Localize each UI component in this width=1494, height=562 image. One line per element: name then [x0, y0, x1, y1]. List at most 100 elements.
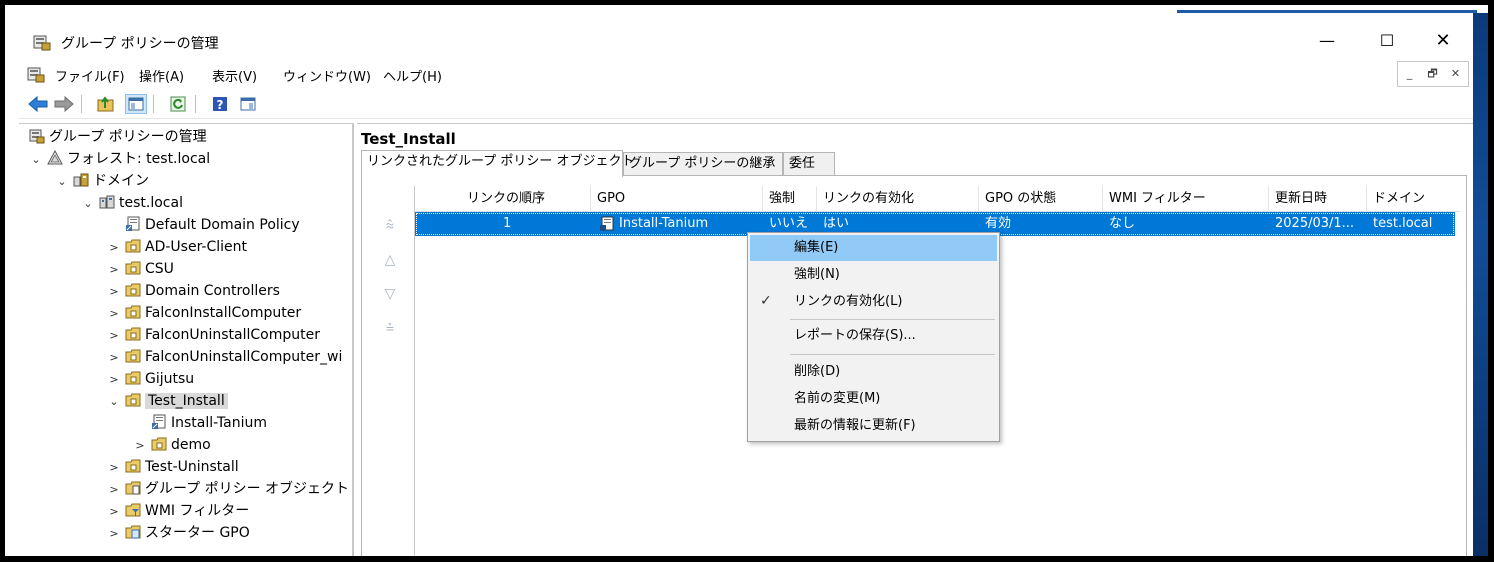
- menu-window[interactable]: ウィンドウ(W): [283, 66, 371, 85]
- menu-item-enforce[interactable]: 強制(N): [750, 262, 997, 288]
- help-icon[interactable]: ?: [209, 94, 231, 114]
- column-gpo-status[interactable]: GPO の状態: [979, 186, 1103, 212]
- mdi-restore-button[interactable]: 🗗: [1421, 62, 1444, 86]
- cell-modified: 2025/03/1...: [1275, 216, 1355, 231]
- chevron-right-icon[interactable]: >: [107, 501, 121, 523]
- tree-item-starter-gpo[interactable]: > スターター GPO: [107, 522, 249, 545]
- tree-item-ou[interactable]: > FalconInstallComputer: [107, 302, 301, 324]
- column-domain[interactable]: ドメイン: [1367, 186, 1455, 212]
- gpmc-window: グループ ポリシーの管理 — ☐ ✕ ファイル(F) 操作(A) 表示(V) ウ…: [19, 13, 1473, 556]
- column-link-enabled[interactable]: リンクの有効化: [817, 186, 979, 212]
- chevron-right-icon[interactable]: >: [107, 259, 121, 281]
- show-hide-action-pane-icon[interactable]: [237, 94, 259, 114]
- tree-item-wmi-filters[interactable]: > WMI フィルター: [107, 500, 249, 522]
- forward-arrow-icon[interactable]: [53, 94, 75, 114]
- chevron-right-icon[interactable]: >: [133, 435, 147, 457]
- tree-item-ou[interactable]: > AD-User-Client: [107, 236, 247, 258]
- tree-item-forest[interactable]: ⌄ フォレスト: test.local: [29, 148, 210, 170]
- desktop-background: [1471, 13, 1488, 556]
- move-down-icon[interactable]: ▽: [378, 286, 402, 306]
- tree-item-test-install[interactable]: ⌄ Test_Install: [107, 390, 228, 412]
- close-button[interactable]: ✕: [1423, 29, 1463, 53]
- tree-item-ou[interactable]: > Gijutsu: [107, 368, 194, 390]
- menu-item-edit[interactable]: 編集(E): [750, 235, 997, 261]
- gpo-link-icon: [597, 212, 617, 236]
- move-up-icon[interactable]: △: [378, 252, 402, 272]
- mdi-close-button[interactable]: ✕: [1444, 62, 1467, 86]
- mdi-minimize-button[interactable]: _: [1398, 62, 1421, 86]
- column-link-order[interactable]: リンクの順序: [415, 186, 591, 212]
- tab-linked-gpo[interactable]: リンクされたグループ ポリシー オブジェクト: [361, 150, 635, 177]
- chevron-right-icon[interactable]: >: [107, 303, 121, 325]
- forest-icon: [47, 149, 63, 166]
- cell-domain: test.local: [1373, 216, 1433, 231]
- ou-folder-icon: [125, 282, 141, 298]
- window-title: グループ ポリシーの管理: [61, 36, 219, 52]
- chevron-right-icon[interactable]: >: [107, 479, 121, 501]
- column-enforced[interactable]: 強制: [763, 186, 817, 212]
- domains-icon: [73, 172, 89, 188]
- ou-folder-icon: [125, 304, 141, 320]
- tree-item-domains[interactable]: ⌄ ドメイン: [55, 170, 149, 192]
- menu-item-link-enabled[interactable]: リンクの有効化(L): [750, 289, 997, 315]
- tree-item-ou[interactable]: > CSU: [107, 258, 174, 280]
- tree-item-ou[interactable]: > FalconUninstallComputer_wi: [107, 346, 342, 368]
- cell-gpo: Install-Tanium: [619, 216, 709, 231]
- column-modified[interactable]: 更新日時: [1269, 186, 1367, 212]
- ou-folder-icon: [125, 392, 141, 408]
- tree-item-test-uninstall[interactable]: > Test-Uninstall: [107, 456, 238, 479]
- column-gpo[interactable]: GPO: [591, 186, 763, 212]
- refresh-icon[interactable]: [167, 94, 189, 114]
- chevron-right-icon[interactable]: >: [107, 457, 121, 479]
- chevron-right-icon[interactable]: >: [107, 281, 121, 303]
- table-header: リンクの順序 GPO 強制 リンクの有効化 GPO の状態 WMI フィルター …: [415, 186, 1460, 212]
- screenshot-frame: グループ ポリシーの管理 — ☐ ✕ ファイル(F) 操作(A) 表示(V) ウ…: [0, 0, 1494, 562]
- tree-item-ou[interactable]: > Domain Controllers: [107, 280, 280, 302]
- menu-action[interactable]: 操作(A): [139, 66, 184, 85]
- move-bottom-icon[interactable]: ⩮: [378, 320, 402, 340]
- up-folder-icon[interactable]: [95, 94, 117, 114]
- chevron-right-icon[interactable]: >: [107, 325, 121, 347]
- move-top-icon[interactable]: ⩯: [378, 218, 402, 238]
- starter-folder-icon: [125, 524, 141, 540]
- tree-item-gpm-root[interactable]: グループ ポリシーの管理: [25, 126, 207, 148]
- chevron-down-icon[interactable]: ⌄: [55, 171, 69, 193]
- menu-item-delete[interactable]: 削除(D): [750, 359, 997, 385]
- cell-link-order: 1: [503, 216, 512, 231]
- column-wmi-filter[interactable]: WMI フィルター: [1103, 186, 1269, 212]
- tree-item-gpo-objects[interactable]: > グループ ポリシー オブジェクト: [107, 478, 349, 500]
- show-hide-console-tree-icon[interactable]: [125, 94, 147, 114]
- gpo-link-icon: [125, 216, 141, 232]
- document-icon[interactable]: [27, 65, 45, 87]
- menu-item-refresh[interactable]: 最新の情報に更新(F): [750, 413, 997, 439]
- menu-item-rename[interactable]: 名前の変更(M): [750, 386, 997, 412]
- domain-icon: [99, 194, 115, 210]
- ou-folder-icon: [125, 458, 141, 474]
- page-title: Test_Install: [361, 130, 456, 148]
- menu-help[interactable]: ヘルプ(H): [383, 66, 442, 85]
- chevron-down-icon[interactable]: ⌄: [107, 391, 121, 413]
- chevron-down-icon[interactable]: ⌄: [29, 149, 43, 171]
- maximize-button[interactable]: ☐: [1367, 29, 1407, 53]
- chevron-down-icon[interactable]: ⌄: [81, 193, 95, 215]
- ou-folder-icon: [125, 348, 141, 364]
- tree-item-test-local[interactable]: ⌄ test.local: [81, 192, 183, 214]
- tree-item-ou[interactable]: > FalconUninstallComputer: [107, 324, 320, 346]
- back-arrow-icon[interactable]: [27, 94, 49, 114]
- tab-inheritance[interactable]: グループ ポリシーの継承: [623, 152, 783, 176]
- tree-item-default-domain-policy[interactable]: Default Domain Policy: [121, 214, 300, 236]
- minimize-button[interactable]: —: [1307, 29, 1347, 53]
- chevron-right-icon[interactable]: >: [107, 523, 121, 545]
- chevron-right-icon[interactable]: >: [107, 347, 121, 369]
- tree-item-install-tanium[interactable]: Install-Tanium: [147, 412, 267, 434]
- menu-view[interactable]: 表示(V): [212, 66, 257, 85]
- ou-folder-icon: [151, 436, 167, 452]
- tab-delegation[interactable]: 委任: [783, 152, 835, 176]
- menu-file[interactable]: ファイル(F): [55, 66, 125, 85]
- cell-wmi-filter: なし: [1109, 216, 1136, 231]
- chevron-right-icon[interactable]: >: [107, 237, 121, 259]
- tree-item-demo[interactable]: > demo: [133, 434, 210, 457]
- chevron-right-icon[interactable]: >: [107, 369, 121, 391]
- svg-text:?: ?: [217, 98, 224, 112]
- menu-item-save-report[interactable]: レポートの保存(S)...: [750, 323, 997, 349]
